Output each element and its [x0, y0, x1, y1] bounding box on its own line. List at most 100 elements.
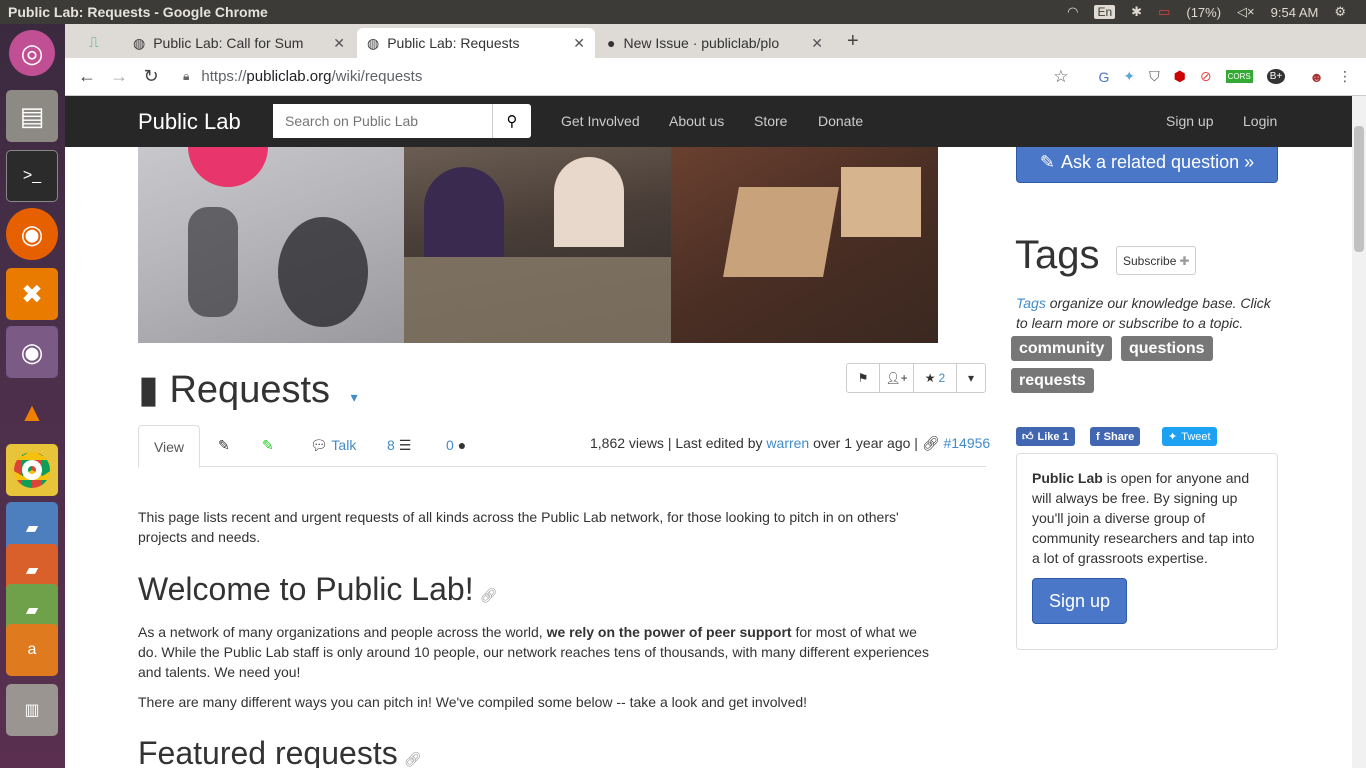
terminal-icon[interactable]: >_ — [6, 150, 58, 202]
extension-bird-icon[interactable]: ✦ — [1123, 68, 1135, 85]
tab-comments[interactable]: 0 ● — [446, 437, 466, 453]
plus-icon: ✚ — [1179, 253, 1190, 268]
trash-icon[interactable]: ▥ — [6, 684, 58, 736]
lock-icon[interactable]: 🔒︎ — [183, 69, 189, 84]
reload-icon[interactable]: ↻ — [135, 66, 167, 87]
files-icon[interactable]: ▤ — [6, 90, 58, 142]
nav-sign-up[interactable]: Sign up — [1166, 113, 1213, 129]
new-tab-icon[interactable]: + — [847, 30, 859, 53]
tab-strip: ⎍ ◍ Public Lab: Call for Sum ✕ ◍ Public … — [65, 24, 1366, 58]
edit-pencil-icon[interactable]: ✎ — [218, 437, 230, 454]
tab-requests[interactable]: ◍ Public Lab: Requests ✕ — [357, 28, 595, 58]
rich-edit-pencil-icon[interactable]: ✎ — [262, 437, 274, 454]
subscribe-button[interactable]: Subscribe ✚ — [1116, 246, 1197, 275]
anchor-link-icon[interactable]: 🔗︎ — [480, 587, 498, 603]
nav-store[interactable]: Store — [754, 113, 787, 129]
pitch-in-paragraph: There are many different ways you can pi… — [138, 694, 808, 710]
tab-call-for-summer[interactable]: ◍ Public Lab: Call for Sum ✕ — [123, 28, 355, 58]
search-icon[interactable]: ⚲ — [493, 104, 531, 138]
ubuntu-launcher: ◎ ▤ >_ ◉ ✖ ◉ ▲ ▰ ▰ ▰ a ▥ — [0, 24, 65, 768]
star-icon: ★ — [924, 371, 936, 385]
flag-button[interactable]: ⚑ — [846, 363, 880, 393]
bluetooth-icon[interactable]: ✱ — [1131, 4, 1142, 20]
profile-avatar[interactable]: ☻ — [1309, 69, 1324, 85]
url-host: publiclab.org — [246, 68, 332, 85]
settings-icon[interactable]: ⚙ — [1334, 4, 1346, 20]
translate-icon[interactable]: G — [1099, 69, 1110, 85]
os-top-bar: Public Lab: Requests - Google Chrome ◠ E… — [0, 0, 1366, 24]
node-id-link[interactable]: #14956 — [943, 435, 990, 451]
url-path: /wiki/requests — [331, 68, 423, 85]
wifi-icon[interactable]: ◠ — [1067, 4, 1078, 20]
tag-questions[interactable]: questions — [1121, 336, 1213, 361]
address-bar[interactable]: https://publiclab.org/wiki/requests — [201, 68, 1053, 85]
nav-donate[interactable]: Donate — [818, 113, 863, 129]
tab-view[interactable]: View — [138, 425, 200, 468]
extension-b-icon[interactable]: B+ — [1266, 69, 1286, 84]
language-indicator[interactable]: En — [1094, 5, 1116, 19]
comments-icon: 💬︎ — [310, 437, 328, 453]
facebook-icon: f — [1096, 430, 1100, 443]
page-scrollbar[interactable] — [1352, 96, 1366, 768]
toolbar: ← → ↻ 🔒︎ https://publiclab.org/wiki/requ… — [65, 58, 1366, 96]
tag-requests[interactable]: requests — [1011, 368, 1094, 393]
main-content: ▮ Requests ▾ ⚑ 👤︎+ ★ 2 ▾ View ✎ ✎ 💬︎ Talk… — [65, 147, 1352, 768]
forward-icon[interactable]: → — [103, 66, 135, 87]
back-icon[interactable]: ← — [71, 66, 103, 87]
photo-kits — [671, 147, 938, 343]
twitter-icon: ✦ — [1168, 431, 1178, 443]
cors-icon[interactable]: CORS — [1225, 70, 1253, 83]
intro-text: This page lists recent and urgent reques… — [138, 509, 899, 545]
close-tab-icon[interactable]: ✕ — [811, 35, 823, 52]
nav-about-us[interactable]: About us — [669, 113, 724, 129]
ubuntu-logo-icon[interactable]: ◎ — [9, 30, 55, 76]
tags-description: Tags organize our knowledge base. Click … — [1016, 295, 1271, 331]
battery-level[interactable]: (17%) — [1186, 5, 1221, 20]
tab-revisions[interactable]: 8 ☰ — [387, 437, 411, 454]
follow-button[interactable]: 👤︎+ — [879, 363, 914, 393]
app-x-icon[interactable]: ✖ — [6, 268, 58, 320]
facebook-like-button[interactable]: 👍︎ Like 1 — [1016, 427, 1075, 446]
volume-icon[interactable]: ◁× — [1237, 4, 1255, 20]
close-tab-icon[interactable]: ✕ — [573, 35, 585, 52]
tag-community[interactable]: community — [1011, 336, 1113, 361]
signup-button[interactable]: Sign up — [1032, 578, 1127, 624]
star-count: 2 — [938, 371, 946, 385]
more-dropdown-button[interactable]: ▾ — [956, 363, 986, 393]
webcam-icon[interactable]: ◉ — [6, 326, 58, 378]
tags-link[interactable]: Tags — [1016, 295, 1046, 311]
pinned-tab-icon[interactable]: ⎍ — [89, 34, 99, 51]
clock[interactable]: 9:54 AM — [1271, 5, 1319, 20]
bookmark-star-icon[interactable]: ☆ — [1053, 67, 1068, 87]
chrome-icon[interactable] — [6, 444, 58, 496]
anchor-link-icon[interactable]: 🔗︎ — [404, 751, 422, 767]
site-brand[interactable]: Public Lab — [138, 109, 241, 135]
tweet-button[interactable]: ✦ Tweet — [1162, 427, 1217, 446]
search-input[interactable] — [273, 104, 493, 138]
tab-new-issue[interactable]: ● New Issue · publiclab/plo ✕ — [597, 28, 833, 58]
page-meta: 1,862 views | Last edited by warren over… — [590, 435, 991, 451]
flag-icon: ⚑ — [857, 371, 869, 385]
extension-red-icon[interactable]: ⊘ — [1200, 68, 1212, 85]
tab-talk[interactable]: 💬︎ Talk — [310, 437, 356, 454]
scrollbar-thumb[interactable] — [1354, 126, 1364, 252]
battery-icon[interactable]: ▭ — [1158, 4, 1170, 20]
welcome-heading: Welcome to Public Lab! 🔗︎ — [138, 571, 498, 607]
nav-get-involved[interactable]: Get Involved — [561, 113, 640, 129]
amazon-icon[interactable]: a — [6, 624, 58, 676]
menu-icon[interactable]: ⋮ — [1338, 68, 1352, 85]
ask-question-button[interactable]: ✎ Ask a related question » — [1016, 147, 1278, 183]
shield-icon[interactable]: ⛉ — [1149, 68, 1160, 85]
close-tab-icon[interactable]: ✕ — [333, 35, 345, 52]
user-plus-icon: 👤︎+ — [885, 371, 908, 385]
browser-chrome: ⎍ ◍ Public Lab: Call for Sum ✕ ◍ Public … — [65, 24, 1366, 96]
firefox-icon[interactable]: ◉ — [6, 208, 58, 260]
ublock-icon[interactable]: ⬢ — [1174, 68, 1186, 85]
caret-down-icon[interactable]: ▾ — [351, 389, 358, 405]
facebook-share-button[interactable]: f Share — [1090, 427, 1141, 446]
star-button[interactable]: ★ 2 — [913, 363, 957, 393]
book-icon: ▮ — [138, 369, 159, 411]
vlc-icon[interactable]: ▲ — [6, 386, 58, 438]
nav-login[interactable]: Login — [1243, 113, 1277, 129]
editor-link[interactable]: warren — [766, 435, 809, 451]
